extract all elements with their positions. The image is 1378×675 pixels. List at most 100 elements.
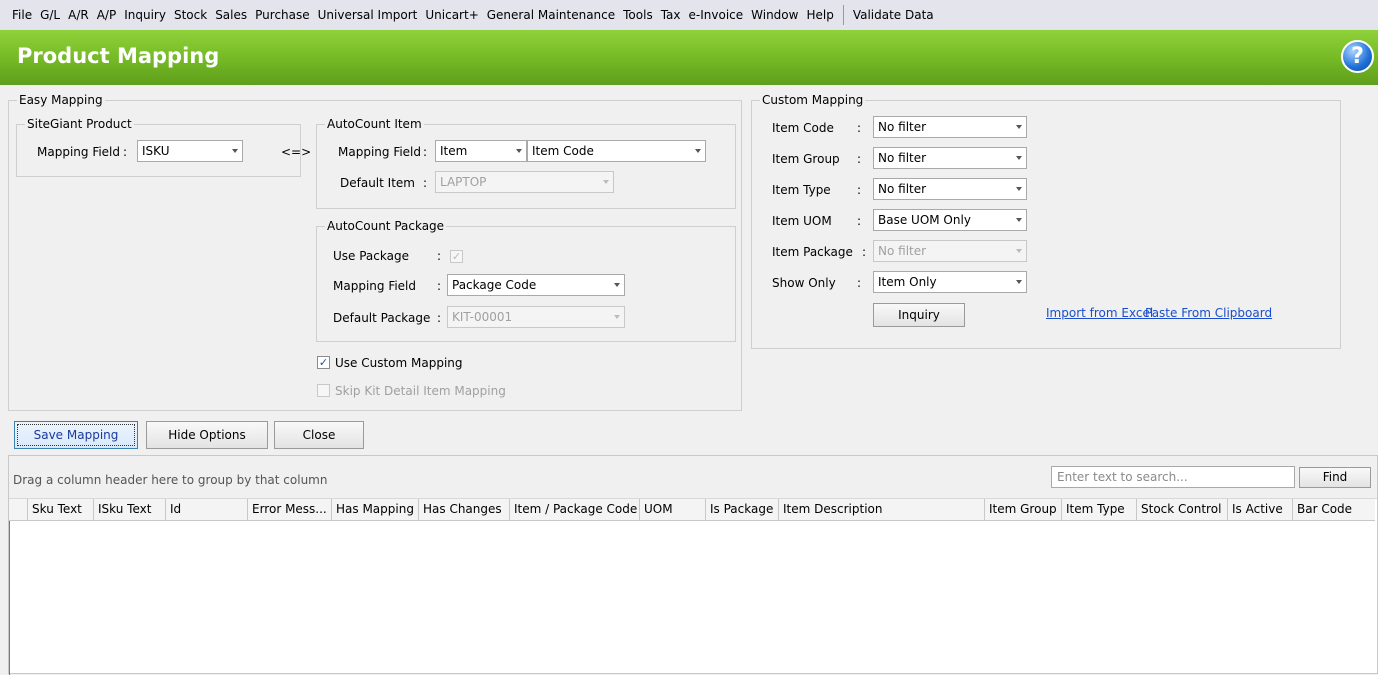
column-header-item-type[interactable]: Item Type bbox=[1062, 499, 1137, 521]
help-icon[interactable]: ? bbox=[1341, 40, 1374, 73]
chevron-down-icon bbox=[1016, 218, 1022, 222]
close-button[interactable]: Close bbox=[274, 421, 364, 449]
colon: : bbox=[437, 249, 442, 263]
menu-unicart[interactable]: Unicart+ bbox=[421, 0, 482, 30]
column-header-uom[interactable]: UOM bbox=[640, 499, 706, 521]
column-header-bar-code[interactable]: Bar Code bbox=[1293, 499, 1375, 521]
skip-kit-detail-checkbox[interactable] bbox=[317, 384, 330, 397]
menu-tax[interactable]: Tax bbox=[657, 0, 685, 30]
item-type-label: Item Type bbox=[772, 183, 831, 197]
column-header-item-group[interactable]: Item Group bbox=[985, 499, 1062, 521]
menu-purchase[interactable]: Purchase bbox=[251, 0, 314, 30]
import-from-excel-link[interactable]: Import from Excel bbox=[1046, 306, 1153, 320]
chevron-down-icon bbox=[614, 315, 620, 319]
column-header-is-active[interactable]: Is Active bbox=[1228, 499, 1293, 521]
item-uom-label: Item UOM bbox=[772, 214, 832, 228]
column-header-error-message[interactable]: Error Mess... bbox=[248, 499, 332, 521]
default-package-select[interactable]: KIT-00001 bbox=[447, 306, 625, 328]
column-header-item-description[interactable]: Item Description bbox=[779, 499, 985, 521]
column-header-has-mapping[interactable]: Has Mapping bbox=[332, 499, 419, 521]
menu-gl[interactable]: G/L bbox=[36, 0, 64, 30]
default-package-value: KIT-00001 bbox=[452, 310, 513, 324]
sitegiant-mapping-field-select[interactable]: ISKU bbox=[137, 140, 243, 162]
use-custom-mapping-checkbox[interactable]: ✓ bbox=[317, 356, 330, 369]
use-package-checkbox[interactable]: ✓ bbox=[450, 250, 463, 263]
package-mapping-field-label: Mapping Field bbox=[333, 279, 417, 293]
menu-e-invoice[interactable]: e-Invoice bbox=[685, 0, 748, 30]
chevron-down-icon bbox=[1016, 125, 1022, 129]
column-header-sku-text[interactable]: Sku Text bbox=[28, 499, 94, 521]
sitegiant-mapping-field-label: Mapping Field bbox=[37, 145, 121, 159]
grid-header-row: Sku Text ISku Text Id Error Mess... Has … bbox=[9, 499, 1375, 521]
menu-universal-import[interactable]: Universal Import bbox=[314, 0, 422, 30]
colon: : bbox=[437, 279, 442, 293]
chevron-down-icon bbox=[1016, 249, 1022, 253]
custom-mapping-title: Custom Mapping bbox=[760, 93, 866, 107]
menu-sales[interactable]: Sales bbox=[211, 0, 251, 30]
chevron-down-icon bbox=[1016, 280, 1022, 284]
autocount-mapping-field-select[interactable]: Item Code bbox=[527, 140, 706, 162]
menu-stock[interactable]: Stock bbox=[170, 0, 211, 30]
column-header-has-changes[interactable]: Has Changes bbox=[419, 499, 510, 521]
paste-from-clipboard-link[interactable]: Paste From Clipboard bbox=[1145, 306, 1272, 320]
find-button[interactable]: Find bbox=[1299, 467, 1371, 488]
menu-separator bbox=[842, 5, 844, 25]
skip-kit-detail-label[interactable]: Skip Kit Detail Item Mapping bbox=[335, 384, 506, 398]
menu-general-maintenance[interactable]: General Maintenance bbox=[483, 0, 619, 30]
show-only-value: Item Only bbox=[878, 275, 937, 289]
title-banner: Product Mapping ? bbox=[0, 30, 1378, 85]
group-by-panel[interactable]: Drag a column header here to group by th… bbox=[9, 456, 1377, 499]
chevron-down-icon bbox=[1016, 156, 1022, 160]
mapping-arrow: <=> bbox=[281, 145, 312, 159]
column-header-id[interactable]: Id bbox=[166, 499, 248, 521]
package-mapping-field-select[interactable]: Package Code bbox=[447, 274, 625, 296]
colon: : bbox=[857, 276, 862, 290]
easy-mapping-title: Easy Mapping bbox=[17, 93, 105, 107]
show-only-select[interactable]: Item Only bbox=[873, 271, 1027, 293]
item-code-filter-value: No filter bbox=[878, 120, 927, 134]
menu-ar[interactable]: A/R bbox=[64, 0, 93, 30]
autocount-item-title: AutoCount Item bbox=[325, 117, 424, 131]
hide-options-button[interactable]: Hide Options bbox=[146, 421, 268, 449]
inquiry-button[interactable]: Inquiry bbox=[873, 303, 965, 327]
autocount-item-group: AutoCount Item bbox=[316, 117, 736, 209]
package-mapping-field-value: Package Code bbox=[452, 278, 537, 292]
chevron-down-icon bbox=[603, 180, 609, 184]
use-custom-mapping-label[interactable]: Use Custom Mapping bbox=[335, 356, 463, 370]
sitegiant-product-title: SiteGiant Product bbox=[25, 117, 134, 131]
column-header-stock-control[interactable]: Stock Control bbox=[1137, 499, 1228, 521]
colon: : bbox=[423, 145, 428, 159]
item-type-filter-select[interactable]: No filter bbox=[873, 178, 1027, 200]
column-header-is-package[interactable]: Is Package bbox=[706, 499, 779, 521]
default-package-label: Default Package bbox=[333, 311, 431, 325]
menu-inquiry[interactable]: Inquiry bbox=[120, 0, 170, 30]
autocount-mapping-type-value: Item bbox=[440, 144, 468, 158]
item-group-label: Item Group bbox=[772, 152, 840, 166]
sitegiant-mapping-field-value: ISKU bbox=[142, 144, 170, 158]
default-item-select[interactable]: LAPTOP bbox=[435, 171, 614, 193]
menu-tools[interactable]: Tools bbox=[619, 0, 657, 30]
grid-body-edge bbox=[9, 521, 10, 675]
default-item-label: Default Item bbox=[340, 176, 415, 190]
menu-file[interactable]: File bbox=[8, 0, 36, 30]
save-mapping-button[interactable]: Save Mapping bbox=[14, 421, 138, 449]
item-package-label: Item Package bbox=[772, 245, 853, 259]
item-package-filter-select[interactable]: No filter bbox=[873, 240, 1027, 262]
item-code-filter-select[interactable]: No filter bbox=[873, 116, 1027, 138]
item-package-filter-value: No filter bbox=[878, 244, 927, 258]
column-header-row-indicator[interactable] bbox=[9, 499, 28, 521]
colon: : bbox=[857, 121, 862, 135]
menu-ap[interactable]: A/P bbox=[93, 0, 121, 30]
autocount-mapping-type-select[interactable]: Item bbox=[435, 140, 527, 162]
menu-window[interactable]: Window bbox=[747, 0, 802, 30]
menu-help[interactable]: Help bbox=[802, 0, 837, 30]
grid-search-input[interactable]: Enter text to search... bbox=[1051, 466, 1295, 488]
colon: : bbox=[857, 214, 862, 228]
colon: : bbox=[423, 176, 428, 190]
item-group-filter-select[interactable]: No filter bbox=[873, 147, 1027, 169]
item-uom-filter-select[interactable]: Base UOM Only bbox=[873, 209, 1027, 231]
column-header-item-package-code[interactable]: Item / Package Code bbox=[510, 499, 640, 521]
chevron-down-icon bbox=[1016, 187, 1022, 191]
menu-validate-data[interactable]: Validate Data bbox=[849, 0, 938, 30]
column-header-isku-text[interactable]: ISku Text bbox=[94, 499, 166, 521]
